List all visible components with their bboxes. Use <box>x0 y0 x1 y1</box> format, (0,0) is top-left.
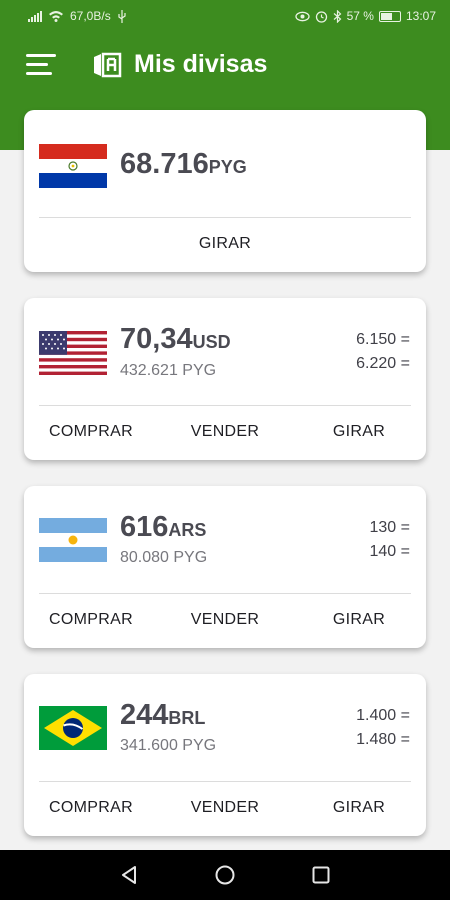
converted-amount: 341.600 PYG <box>120 737 217 754</box>
currency-card-brl: 244BRL 341.600 PYG 1.400 = 1.480 = COMPR… <box>24 674 426 836</box>
vender-button[interactable]: VENDER <box>158 611 292 629</box>
battery-icon <box>378 10 401 22</box>
system-nav-bar <box>0 850 450 900</box>
amount-currency: USD <box>192 332 231 352</box>
girar-button[interactable]: GIRAR <box>292 611 426 629</box>
buy-rate: 130 = <box>369 519 411 536</box>
equals-icon: = <box>400 331 410 348</box>
card-actions: COMPRAR VENDER GIRAR <box>24 406 426 458</box>
equals-icon: = <box>400 731 410 748</box>
comprar-button[interactable]: COMPRAR <box>24 799 158 817</box>
signal-icon <box>28 10 42 22</box>
sell-rate: 1.480 = <box>356 731 410 748</box>
sell-rate: 6.220 = <box>356 355 410 372</box>
amount-value: 244 <box>120 699 169 731</box>
currency-card-usd: 70,34USD 432.621 PYG 6.150 = 6.220 = COM… <box>24 298 426 460</box>
exchange-rates: 1.400 = 1.480 = <box>356 704 410 752</box>
vender-button[interactable]: VENDER <box>158 799 292 817</box>
home-circle-icon[interactable] <box>214 864 236 886</box>
balance-amount: 70,34USD <box>120 323 231 356</box>
card-actions: COMPRAR VENDER GIRAR <box>24 782 426 834</box>
brazil-flag-icon <box>39 706 107 750</box>
recents-square-icon[interactable] <box>310 864 332 886</box>
amount-value: 68.716 <box>120 148 209 180</box>
card-actions: GIRAR <box>24 218 426 270</box>
exchange-rates: 6.150 = 6.220 = <box>356 328 410 376</box>
amount-currency: BRL <box>168 708 206 728</box>
amount-value: 70,34 <box>120 323 193 355</box>
balance-amount: 616ARS <box>120 511 206 544</box>
status-bar: 67,0B/s 57 % 13:07 <box>0 0 450 34</box>
balance-amount: 68.716PYG <box>120 148 247 181</box>
equals-icon: = <box>400 519 410 536</box>
girar-button[interactable]: GIRAR <box>24 235 426 253</box>
bluetooth-icon <box>333 9 341 23</box>
girar-button[interactable]: GIRAR <box>292 799 426 817</box>
page-title: Mis divisas <box>134 50 268 78</box>
hamburger-menu-icon[interactable] <box>26 54 56 76</box>
exchange-rates: 130 = 140 = <box>370 516 411 564</box>
amount-currency: ARS <box>168 520 207 540</box>
wifi-icon <box>49 11 63 22</box>
alarm-icon <box>315 10 327 23</box>
comprar-button[interactable]: COMPRAR <box>24 423 158 441</box>
usa-flag-icon <box>39 331 107 375</box>
currency-card-pyg: 68.716PYG GIRAR <box>24 110 426 272</box>
back-triangle-icon[interactable] <box>118 864 140 886</box>
vender-button[interactable]: VENDER <box>158 423 292 441</box>
status-left: 67,0B/s <box>28 9 127 23</box>
card-actions: COMPRAR VENDER GIRAR <box>24 594 426 646</box>
equals-icon: = <box>400 707 410 724</box>
clock: 13:07 <box>405 9 436 23</box>
equals-icon: = <box>400 543 410 560</box>
exchange-logo-icon <box>94 52 122 78</box>
amount-currency: PYG <box>208 157 247 177</box>
argentina-flag-icon <box>39 518 107 562</box>
paraguay-flag-icon <box>39 144 107 188</box>
buy-rate: 6.150 = <box>356 331 410 348</box>
buy-rate: 1.400 = <box>356 707 410 724</box>
usb-icon <box>118 9 126 23</box>
net-speed: 67,0B/s <box>70 9 111 23</box>
currency-card-ars: 616ARS 80.080 PYG 130 = 140 = COMPRAR VE… <box>24 486 426 648</box>
equals-icon: = <box>400 355 410 372</box>
amount-value: 616 <box>120 511 169 543</box>
comprar-button[interactable]: COMPRAR <box>24 611 158 629</box>
eye-icon <box>294 11 310 21</box>
balance-amount: 244BRL <box>120 699 205 732</box>
girar-button[interactable]: GIRAR <box>292 423 426 441</box>
status-right: 57 % 13:07 <box>294 9 436 23</box>
battery-percent: 57 % <box>346 9 374 23</box>
converted-amount: 432.621 PYG <box>120 362 217 379</box>
converted-amount: 80.080 PYG <box>120 549 208 566</box>
sell-rate: 140 = <box>369 543 411 560</box>
